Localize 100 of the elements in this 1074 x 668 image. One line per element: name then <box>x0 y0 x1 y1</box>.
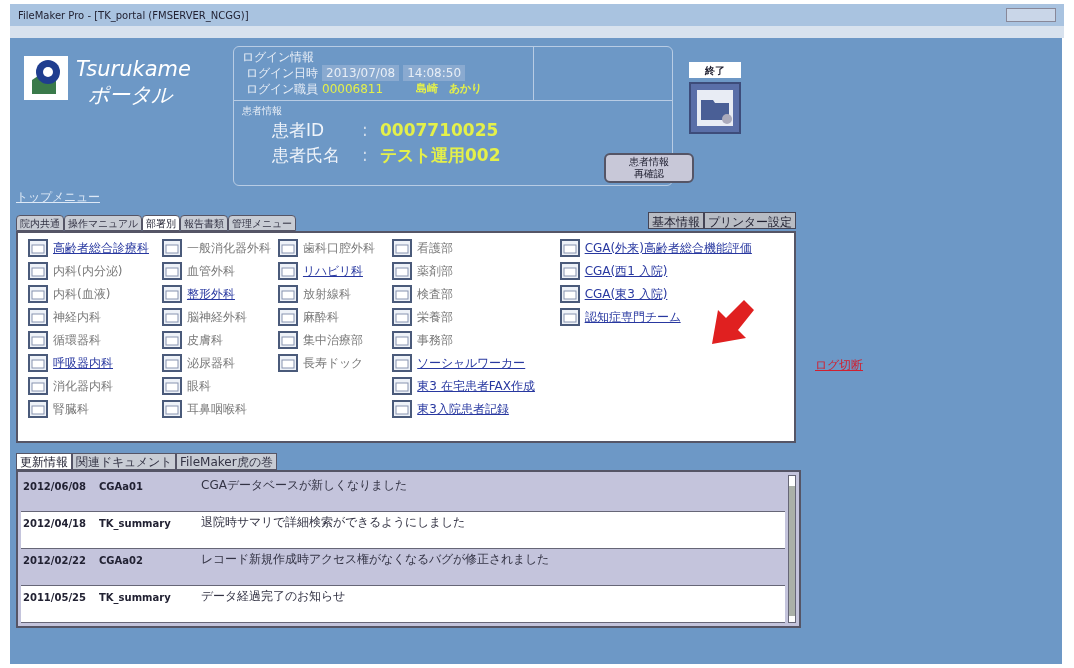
document-icon <box>28 285 48 303</box>
department-link[interactable]: CGA(外来)高齢者総合機能評価 <box>584 239 752 257</box>
department-label[interactable]: 放射線科 <box>302 285 351 303</box>
document-icon <box>277 239 298 257</box>
settings-button[interactable]: 基本情報 <box>648 212 704 229</box>
patient-name: テスト運用002 <box>380 144 502 167</box>
menu-tab[interactable]: 部署別 <box>142 215 180 231</box>
brand-subtitle: ポータル <box>87 82 175 109</box>
document-icon <box>161 377 182 395</box>
login-date-field: 2013/07/08 <box>322 65 400 81</box>
document-icon <box>28 377 48 395</box>
patient-id: 0007710025 <box>380 119 500 142</box>
department-label[interactable]: 消化器内科 <box>53 377 113 395</box>
department-label[interactable]: 検査部 <box>417 285 454 303</box>
department-label[interactable]: 眼科 <box>186 377 211 395</box>
document-icon <box>161 285 182 303</box>
department-link[interactable]: 東3入院患者記録 <box>417 400 509 418</box>
document-icon <box>161 400 182 418</box>
document-icon <box>392 285 413 303</box>
separator: : <box>362 144 369 167</box>
arrow-icon <box>710 300 756 346</box>
department-label[interactable]: 皮膚科 <box>186 331 223 349</box>
news-database: CGAa01 <box>99 480 144 494</box>
department-label[interactable]: 神経内科 <box>53 308 101 326</box>
document-icon <box>559 285 580 303</box>
settings-button[interactable]: プリンター設定 <box>704 212 796 229</box>
recheck-button[interactable]: 患者情報 再確認 <box>604 153 694 183</box>
department-link[interactable]: CGA(西1 入院) <box>584 262 668 280</box>
news-date: 2011/05/25 <box>22 591 87 605</box>
brand-name: Tsurukame <box>76 56 191 83</box>
document-icon <box>277 331 298 349</box>
department-label[interactable]: 循環器科 <box>53 331 101 349</box>
department-link[interactable]: CGA(東3 入院) <box>584 285 668 303</box>
document-icon <box>559 239 580 257</box>
menu-tab[interactable]: 院内共通 <box>16 215 64 231</box>
document-icon <box>161 331 182 349</box>
document-icon <box>392 354 413 372</box>
department-label[interactable]: 内科(内分泌) <box>53 262 123 280</box>
document-icon <box>392 400 413 418</box>
scrollbar[interactable] <box>788 475 796 623</box>
department-label[interactable]: 麻酔科 <box>302 308 339 326</box>
news-date: 2012/02/22 <box>22 554 87 568</box>
staff-name: 島崎 あかり <box>416 81 482 97</box>
document-icon <box>392 262 413 280</box>
news-text: 退院時サマリで詳細検索ができるようにしました <box>201 514 465 531</box>
department-label[interactable]: 一般消化器外科 <box>186 239 271 257</box>
department-link[interactable]: ソーシャルワーカー <box>417 354 526 372</box>
login-staff-label: ログイン職員 <box>246 81 318 97</box>
document-icon <box>28 262 48 280</box>
news-text: データ経過完了のお知らせ <box>201 588 345 605</box>
document-icon <box>28 308 48 326</box>
document-icon <box>28 239 48 257</box>
menu-tab[interactable]: 報告書類 <box>180 215 228 231</box>
document-icon <box>161 308 182 326</box>
department-label[interactable]: 栄養部 <box>417 308 454 326</box>
department-label[interactable]: 泌尿器科 <box>186 354 235 372</box>
document-icon <box>392 308 413 326</box>
document-icon <box>392 331 413 349</box>
news-tab[interactable]: 更新情報 <box>16 453 72 470</box>
folder-icon[interactable] <box>689 82 741 134</box>
department-link[interactable]: 呼吸器内科 <box>53 354 113 372</box>
news-row[interactable]: 2011/05/25 TK_summary データ経過完了のお知らせ <box>21 586 785 623</box>
news-row[interactable]: 2012/04/18 TK_summary 退院時サマリで詳細検索ができるようにしました <box>21 512 785 549</box>
document-icon <box>277 262 298 280</box>
department-label[interactable]: 耳鼻咽喉科 <box>186 400 247 418</box>
news-text: レコード新規作成時アクセス権がなくなるバグが修正されました <box>201 551 549 568</box>
document-icon <box>28 400 48 418</box>
department-label[interactable]: 長寿ドック <box>302 354 363 372</box>
window-title: FileMaker Pro - [TK_portal (FMSERVER_NCGG)] <box>18 8 249 23</box>
menu-tab[interactable]: 操作マニュアル <box>64 215 142 231</box>
department-link[interactable]: 認知症専門チーム <box>584 308 681 326</box>
document-icon <box>161 262 182 280</box>
department-label[interactable]: 脳神経外科 <box>186 308 247 326</box>
department-link[interactable]: リハビリ科 <box>302 262 363 280</box>
staff-id: 00006811 <box>322 81 385 97</box>
document-icon <box>161 354 182 372</box>
login-time-field: 14:08:50 <box>403 65 466 81</box>
news-tab[interactable]: 関連ドキュメント <box>72 453 176 470</box>
separator: : <box>362 119 369 142</box>
department-label[interactable]: 薬剤部 <box>417 262 454 280</box>
news-row[interactable]: 2012/02/22 CGAa02 レコード新規作成時アクセス権がなくなるバグが修正されました <box>21 549 785 586</box>
document-icon <box>28 354 48 372</box>
department-label[interactable]: 事務部 <box>417 331 454 349</box>
department-label[interactable]: 腎臓科 <box>53 400 89 418</box>
department-link[interactable]: 高齢者総合診療科 <box>53 239 149 257</box>
department-label[interactable]: 歯科口腔外科 <box>302 239 375 257</box>
news-row[interactable]: 2012/06/08 CGAa01 CGAデータベースが新しくなりました <box>21 475 785 512</box>
department-label[interactable]: 血管外科 <box>186 262 235 280</box>
document-icon <box>392 377 413 395</box>
department-label[interactable]: 内科(血液) <box>53 285 111 303</box>
department-label[interactable]: 集中治療部 <box>302 331 363 349</box>
patient-name-label: 患者氏名 <box>272 144 341 167</box>
news-tab[interactable]: FileMaker虎の巻 <box>176 453 277 470</box>
document-icon <box>559 308 580 326</box>
department-link[interactable]: 整形外科 <box>186 285 235 303</box>
department-link[interactable]: 東3 在宅患者FAX作成 <box>417 377 535 395</box>
menu-tab[interactable]: 管理メニュー <box>228 215 296 231</box>
news-database: TK_summary <box>99 517 172 531</box>
exit-button[interactable]: 終了 <box>689 62 741 78</box>
department-label[interactable]: 看護部 <box>417 239 454 257</box>
